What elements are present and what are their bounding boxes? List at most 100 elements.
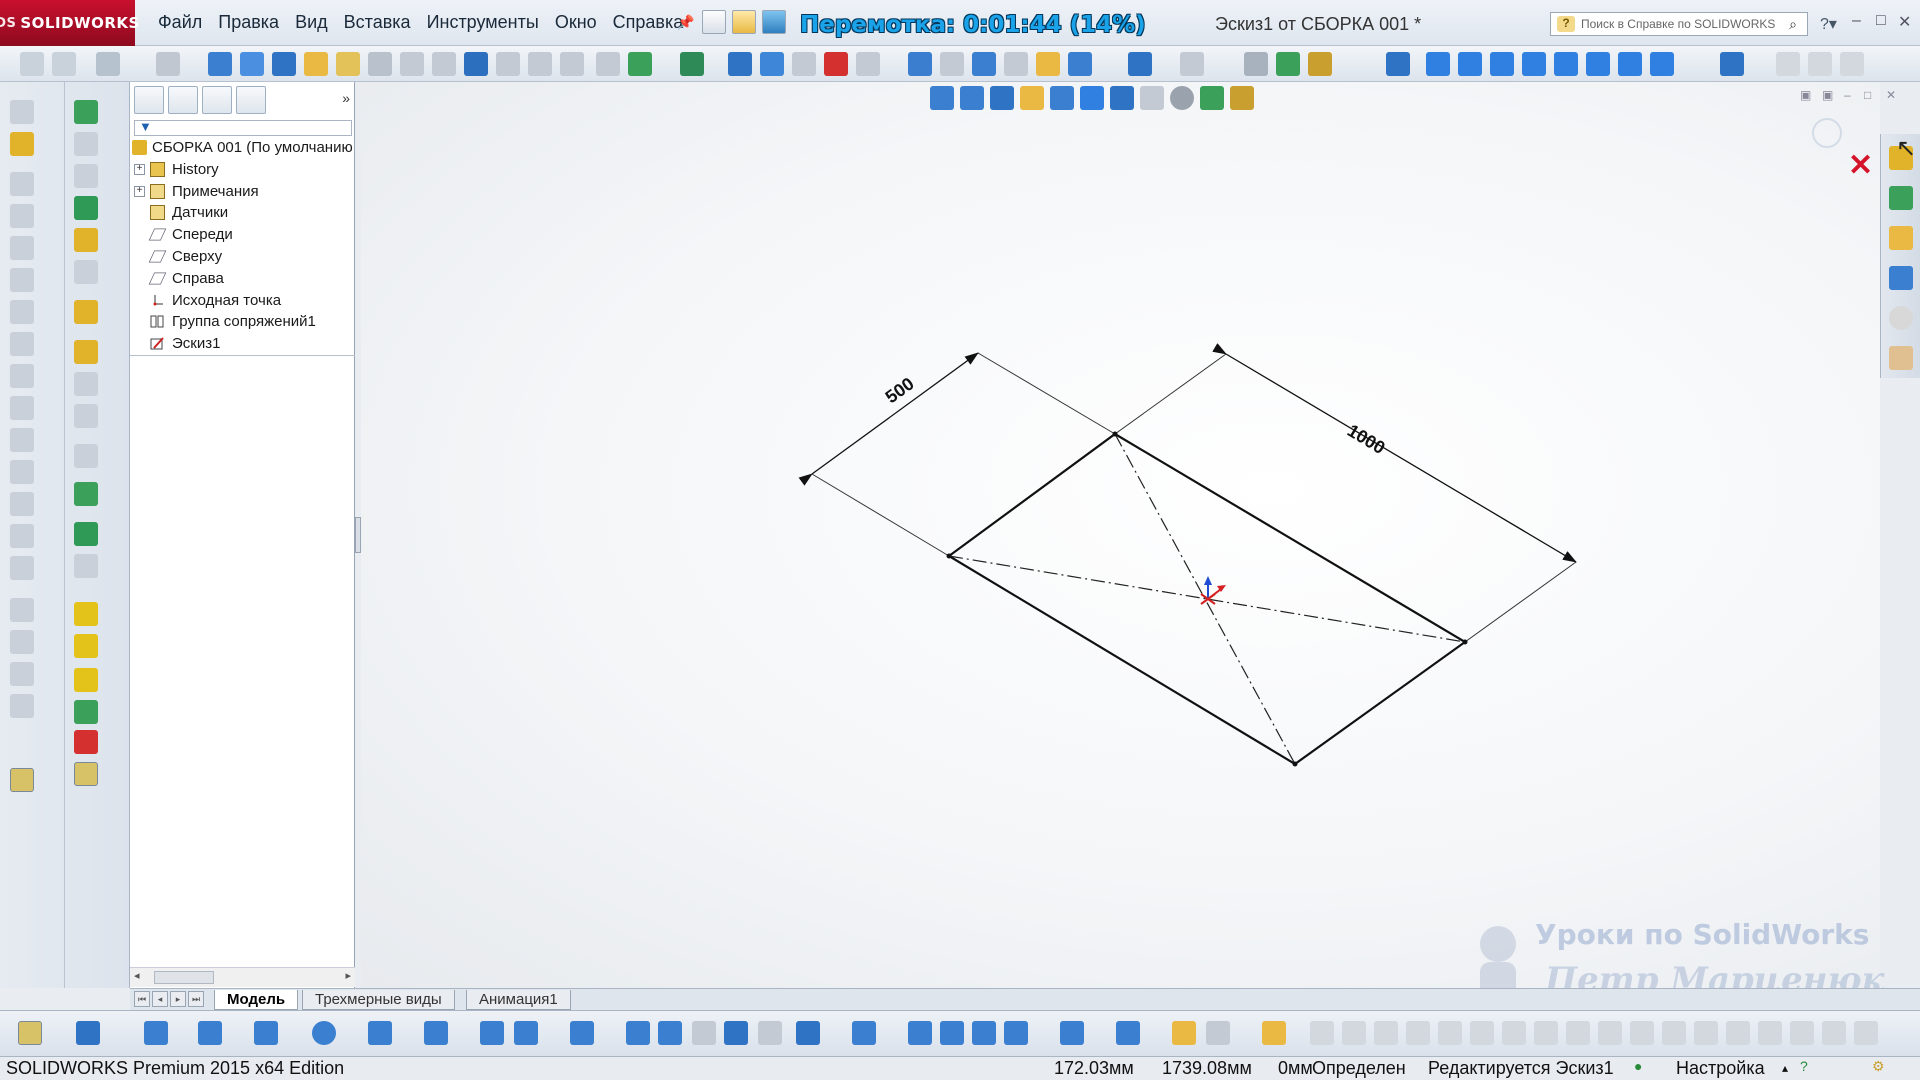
previous-view-hud-icon[interactable] <box>990 86 1014 110</box>
zoom-to-area-icon[interactable] <box>960 86 984 110</box>
appearance-icon[interactable] <box>156 52 180 76</box>
pin-icon[interactable]: 📌 <box>677 14 694 30</box>
appearances-scenes-icon[interactable] <box>1889 306 1913 330</box>
tree-item-top-plane[interactable]: Сверху <box>130 247 355 269</box>
weld-bead-icon[interactable] <box>74 700 98 724</box>
design-check-icon[interactable] <box>792 52 816 76</box>
spell-check-icon[interactable] <box>208 52 232 76</box>
view-settings-hud-icon[interactable] <box>1230 86 1254 110</box>
mate-icon[interactable] <box>74 132 98 156</box>
tree-horizontal-scrollbar[interactable]: ◂ ▸ <box>130 967 355 987</box>
new-document-icon[interactable] <box>702 10 726 34</box>
insert-component-icon[interactable] <box>10 100 34 124</box>
units-settings[interactable]: Настройка <box>1676 1058 1765 1079</box>
mass-properties-icon[interactable] <box>272 52 296 76</box>
assembly-features-icon[interactable] <box>74 300 98 324</box>
tools-status-icon[interactable]: ⚙ <box>1872 1058 1885 1075</box>
move-entities-icon[interactable] <box>972 1021 996 1045</box>
tree-item-annotations[interactable]: + Примечания <box>130 182 355 204</box>
zoom-to-fit-icon[interactable] <box>930 86 954 110</box>
large-assembly-icon[interactable] <box>74 634 98 658</box>
sketch-canvas[interactable]: 500 1000 <box>361 82 1880 988</box>
tab-3d-views[interactable]: Трехмерные виды <box>302 990 455 1010</box>
section-view-icon[interactable] <box>1004 52 1028 76</box>
dimension-text-1000[interactable]: 1000 <box>1344 420 1389 458</box>
tree-item-history[interactable]: + History <box>130 160 355 182</box>
draft-analysis-icon[interactable] <box>496 52 520 76</box>
previous-view-icon[interactable] <box>972 52 996 76</box>
minimize-icon[interactable]: – <box>1852 12 1861 30</box>
help-icon[interactable]: ?▾ <box>1820 14 1837 34</box>
smart-fasteners-icon[interactable] <box>74 196 98 220</box>
edit-appearance-icon[interactable] <box>1244 52 1268 76</box>
tree-root[interactable]: СБОРКА 001 (По умолчанию <box>130 138 355 160</box>
menu-insert[interactable]: Вставка <box>336 12 419 33</box>
extrude-icon[interactable] <box>10 172 34 196</box>
next-tab-icon[interactable]: ▸ <box>170 991 186 1007</box>
display-relations-icon[interactable] <box>1060 1021 1084 1045</box>
offset-entities-icon[interactable] <box>908 1021 932 1045</box>
dimension-line-500[interactable] <box>798 352 979 486</box>
zoom-fit-icon[interactable] <box>908 52 932 76</box>
file-explorer-icon[interactable] <box>1889 226 1913 250</box>
property-manager-tab-icon[interactable] <box>168 86 198 114</box>
close-window-icon[interactable]: ✕ <box>1898 12 1911 32</box>
edit-appearance-hud-icon[interactable] <box>1170 86 1194 110</box>
mirror-icon[interactable] <box>10 556 34 580</box>
arc-tool-icon[interactable] <box>368 1021 392 1045</box>
text-tool-icon[interactable] <box>692 1021 716 1045</box>
exit-sketch-icon[interactable]: ✕ <box>1848 148 1873 183</box>
front-view-icon[interactable] <box>1426 52 1450 76</box>
settings-arrow-icon[interactable]: ▴ <box>1782 1061 1788 1075</box>
circle-tool-icon[interactable] <box>312 1021 336 1045</box>
assembly-icon[interactable] <box>52 52 76 76</box>
reference-icon[interactable] <box>74 340 98 364</box>
tree-item-mates[interactable]: Группа сопряжений1 <box>130 312 355 334</box>
exploded-view-icon[interactable] <box>74 444 98 468</box>
add-component-icon[interactable] <box>74 730 98 754</box>
edit-sketch-right-icon[interactable] <box>74 762 98 786</box>
section-properties-icon[interactable] <box>304 52 328 76</box>
instant3d-icon[interactable] <box>10 694 34 718</box>
mirror-entities-icon[interactable] <box>940 1021 964 1045</box>
slot-tool-icon[interactable] <box>254 1021 278 1045</box>
right-view-icon[interactable] <box>1522 52 1546 76</box>
tree-item-right-plane[interactable]: Справа <box>130 269 355 291</box>
viewport-tile-icon[interactable]: ▣ <box>1800 88 1811 102</box>
linear-pattern-icon[interactable] <box>10 598 34 622</box>
scroll-thumb[interactable] <box>154 971 214 984</box>
simulation-icon[interactable] <box>760 52 784 76</box>
bottom-view-icon[interactable] <box>1586 52 1610 76</box>
restore-icon[interactable]: □ <box>1876 12 1886 30</box>
ellipse-tool-icon[interactable] <box>514 1021 538 1045</box>
tab-animation[interactable]: Анимация1 <box>466 990 571 1010</box>
dynamic-annotation-icon[interactable] <box>1036 52 1060 76</box>
dimension-text-500[interactable]: 500 <box>882 373 918 407</box>
hole-wizard-icon[interactable] <box>74 668 98 692</box>
point-tool-icon[interactable] <box>658 1021 682 1045</box>
first-tab-icon[interactable]: ⏮ <box>134 991 150 1007</box>
expand-panel-icon[interactable]: » <box>342 90 350 106</box>
curves-icon[interactable] <box>10 662 34 686</box>
apply-scene-icon[interactable] <box>1200 86 1224 110</box>
custom-properties-icon[interactable] <box>1889 346 1913 370</box>
menu-edit[interactable]: Правка <box>210 12 287 33</box>
bom-icon[interactable] <box>74 404 98 428</box>
sketch-point[interactable] <box>1112 431 1118 437</box>
solidworks-logo[interactable]: DS SOLIDWORKS <box>0 0 139 46</box>
viewport-restore-icon[interactable]: □ <box>1864 88 1871 102</box>
view-orientation-hud-icon[interactable] <box>1080 86 1104 110</box>
convert-entities-icon[interactable] <box>852 1021 876 1045</box>
menu-file[interactable]: Файл <box>150 12 210 33</box>
save-icon[interactable] <box>762 10 786 34</box>
quick-snaps-icon[interactable] <box>1172 1021 1196 1045</box>
tree-item-front-plane[interactable]: Спереди <box>130 225 355 247</box>
dynamic-annotation-views-icon[interactable] <box>1050 86 1074 110</box>
menu-view[interactable]: Вид <box>287 12 336 33</box>
back-view-icon[interactable] <box>1458 52 1482 76</box>
tree-item-origin[interactable]: Исходная точка <box>130 291 355 313</box>
instant2d-icon[interactable] <box>1262 1021 1286 1045</box>
menu-window[interactable]: Окно <box>547 12 605 33</box>
chamfer-icon[interactable] <box>10 364 34 388</box>
display-manager-tab-icon[interactable] <box>236 86 266 114</box>
